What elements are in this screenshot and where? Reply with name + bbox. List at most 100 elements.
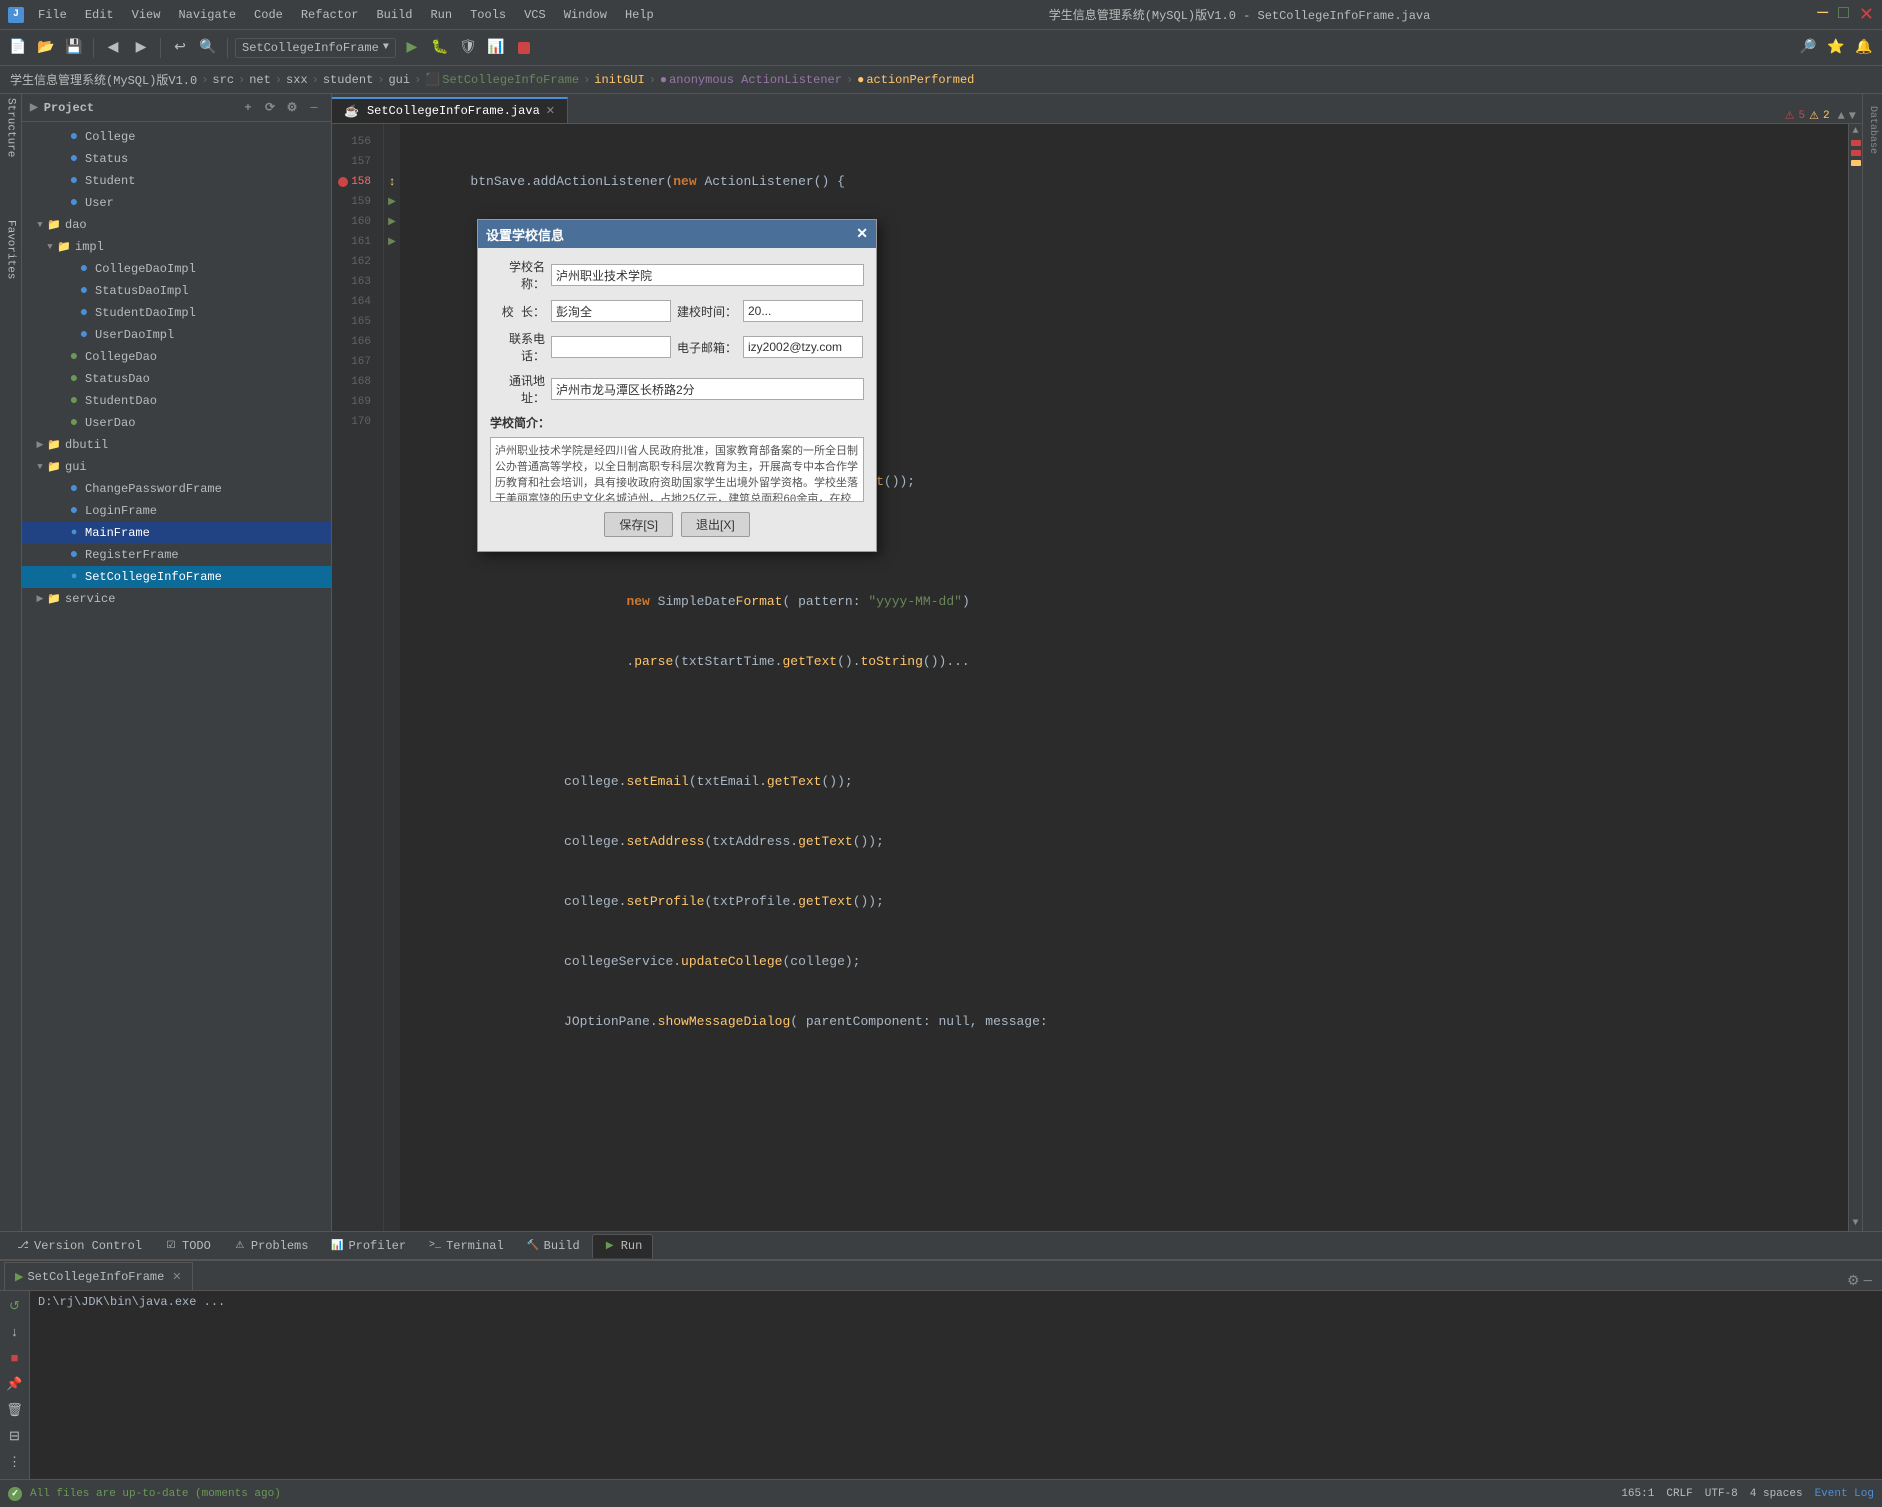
- tree-item-college-dao-impl[interactable]: ● CollegeDaoImpl: [22, 258, 331, 280]
- search-everywhere-button[interactable]: 🔎: [1796, 36, 1820, 60]
- structure-vtab[interactable]: Structure: [1, 98, 21, 158]
- breadcrumb-student[interactable]: student: [323, 73, 373, 87]
- update-button[interactable]: 🔔: [1852, 36, 1876, 60]
- editor-tab-set-college[interactable]: ☕ SetCollegeInfoFrame.java ✕: [332, 97, 568, 123]
- menu-view[interactable]: View: [124, 6, 169, 24]
- tab-todo[interactable]: ☑ TODO: [154, 1234, 221, 1258]
- run-coverage-button[interactable]: 🛡: [456, 36, 480, 60]
- breadcrumb-root[interactable]: 学生信息管理系统(MySQL)版V1.0: [10, 71, 197, 88]
- tree-item-status-dao-impl[interactable]: ● StatusDaoImpl: [22, 280, 331, 302]
- tree-item-college[interactable]: ● College: [22, 126, 331, 148]
- run-profile-button[interactable]: 📊: [484, 36, 508, 60]
- minimize-button[interactable]: ─: [1817, 4, 1828, 26]
- set-college-dialog[interactable]: 设置学校信息 ✕ 学校名称： 校 长： 建校时间：: [477, 219, 877, 552]
- tree-item-student-dao-impl[interactable]: ● StudentDaoImpl: [22, 302, 331, 324]
- tree-item-gui[interactable]: ▼ 📁 gui: [22, 456, 331, 478]
- scroll-up-icon[interactable]: ▲: [1838, 109, 1845, 123]
- database-vtab[interactable]: Database: [1867, 98, 1878, 162]
- tree-item-user-dao-impl[interactable]: ● UserDaoImpl: [22, 324, 331, 346]
- run-tab-close[interactable]: ✕: [172, 1270, 181, 1284]
- tree-item-status-dao[interactable]: ● StatusDao: [22, 368, 331, 390]
- breadcrumb-src[interactable]: src: [212, 73, 234, 87]
- run-build-button[interactable]: ▶: [400, 36, 424, 60]
- open-button[interactable]: 📂: [34, 36, 58, 60]
- clear-run-button[interactable]: 🗑: [4, 1399, 26, 1421]
- debug-button[interactable]: 🐛: [428, 36, 452, 60]
- save-dialog-button[interactable]: 保存[S]: [604, 512, 673, 537]
- dialog-title-bar[interactable]: 设置学校信息 ✕: [478, 220, 876, 248]
- menu-refactor[interactable]: Refactor: [293, 6, 367, 24]
- tree-item-student-dao[interactable]: ● StudentDao: [22, 390, 331, 412]
- menu-file[interactable]: File: [30, 6, 75, 24]
- new-file-button[interactable]: 📄: [6, 36, 30, 60]
- menu-bar[interactable]: File Edit View Navigate Code Refactor Bu…: [30, 6, 662, 24]
- favorites-vtab[interactable]: Favorites: [1, 220, 21, 280]
- tree-item-user[interactable]: ● User: [22, 192, 331, 214]
- breadcrumb-sxx[interactable]: sxx: [286, 73, 308, 87]
- menu-window[interactable]: Window: [556, 6, 615, 24]
- tree-item-dao[interactable]: ▼ 📁 dao: [22, 214, 331, 236]
- run-tab-active[interactable]: ▶ SetCollegeInfoFrame ✕: [4, 1262, 193, 1290]
- breadcrumb-net[interactable]: net: [249, 73, 271, 87]
- dialog-close-button[interactable]: ✕: [856, 226, 868, 243]
- tree-item-service[interactable]: ▶ 📁 service: [22, 588, 331, 610]
- tab-run[interactable]: ▶ Run: [592, 1234, 654, 1258]
- profile-textarea[interactable]: 泸州职业技术学院是经四川省人民政府批准，国家教育部备案的一所全日制公办普通高等学…: [490, 437, 864, 502]
- tree-item-impl[interactable]: ▼ 📁 impl: [22, 236, 331, 258]
- tree-item-dbutil[interactable]: ▶ 📁 dbutil: [22, 434, 331, 456]
- panel-minimize-button[interactable]: ─: [305, 99, 323, 117]
- tree-item-change-password[interactable]: ● ChangePasswordFrame: [22, 478, 331, 500]
- back-button[interactable]: ◀: [101, 36, 125, 60]
- rerun-button[interactable]: ↺: [4, 1295, 26, 1317]
- stop-button[interactable]: [512, 36, 536, 60]
- code-area[interactable]: 156 157 158 159 160 161 162 163 164 165 …: [332, 124, 1862, 1231]
- tab-close-button[interactable]: ✕: [546, 104, 555, 118]
- tab-profiler[interactable]: 📊 Profiler: [320, 1234, 416, 1258]
- tab-problems[interactable]: ⚠ Problems: [223, 1234, 319, 1258]
- start-date-input[interactable]: [743, 300, 863, 322]
- phone-input[interactable]: [551, 336, 671, 358]
- maximize-button[interactable]: □: [1838, 4, 1849, 26]
- minimize-run-icon[interactable]: ─: [1864, 1274, 1872, 1290]
- menu-build[interactable]: Build: [368, 6, 420, 24]
- fold-run-button[interactable]: ⊟: [4, 1425, 26, 1447]
- menu-navigate[interactable]: Navigate: [170, 6, 244, 24]
- stop-run-button[interactable]: ■: [4, 1347, 26, 1369]
- breadcrumb-gui[interactable]: gui: [388, 73, 410, 87]
- run-output[interactable]: D:\rj\JDK\bin\java.exe ...: [30, 1291, 1882, 1479]
- tab-terminal[interactable]: >_ Terminal: [418, 1234, 514, 1258]
- menu-code[interactable]: Code: [246, 6, 291, 24]
- pin-run-button[interactable]: 📌: [4, 1373, 26, 1395]
- tree-item-set-college[interactable]: ● SetCollegeInfoFrame: [22, 566, 331, 588]
- tree-item-college-dao[interactable]: ● CollegeDao: [22, 346, 331, 368]
- scroll-end-button[interactable]: ↓: [4, 1321, 26, 1343]
- tree-item-main-frame[interactable]: ● MainFrame: [22, 522, 331, 544]
- event-log-link[interactable]: Event Log: [1815, 1488, 1874, 1500]
- tree-item-register-frame[interactable]: ● RegisterFrame: [22, 544, 331, 566]
- scroll-down-icon[interactable]: ▼: [1849, 109, 1856, 123]
- tree-item-status[interactable]: ● Status: [22, 148, 331, 170]
- settings-button[interactable]: ⭐: [1824, 36, 1848, 60]
- breadcrumb-class[interactable]: ⬛SetCollegeInfoFrame: [425, 72, 579, 87]
- save-button[interactable]: 💾: [62, 36, 86, 60]
- settings-run-icon[interactable]: ⚙: [1847, 1273, 1860, 1290]
- breadcrumb-anon[interactable]: ●anonymous ActionListener: [660, 73, 842, 87]
- undo-button[interactable]: ↩: [168, 36, 192, 60]
- tree-item-user-dao[interactable]: ● UserDao: [22, 412, 331, 434]
- forward-button[interactable]: ▶: [129, 36, 153, 60]
- menu-run[interactable]: Run: [422, 6, 460, 24]
- menu-vcs[interactable]: VCS: [516, 6, 554, 24]
- breadcrumb-action-performed[interactable]: ●actionPerformed: [857, 73, 974, 87]
- panel-settings-button[interactable]: ⚙: [283, 99, 301, 117]
- search-button[interactable]: 🔍: [196, 36, 220, 60]
- run-config-dropdown[interactable]: SetCollegeInfoFrame ▼: [235, 38, 396, 58]
- tab-build[interactable]: 🔨 Build: [516, 1234, 590, 1258]
- panel-add-button[interactable]: +: [239, 99, 257, 117]
- president-input[interactable]: [551, 300, 671, 322]
- breadcrumb-init-gui[interactable]: initGUI: [594, 73, 644, 87]
- settings2-run-button[interactable]: ⋮: [4, 1451, 26, 1473]
- panel-sync-button[interactable]: ⟳: [261, 99, 279, 117]
- close-dialog-button[interactable]: 退出[X]: [681, 512, 750, 537]
- window-controls[interactable]: ─ □ ✕: [1817, 4, 1874, 26]
- tab-version-control[interactable]: ⎇ Version Control: [6, 1234, 152, 1258]
